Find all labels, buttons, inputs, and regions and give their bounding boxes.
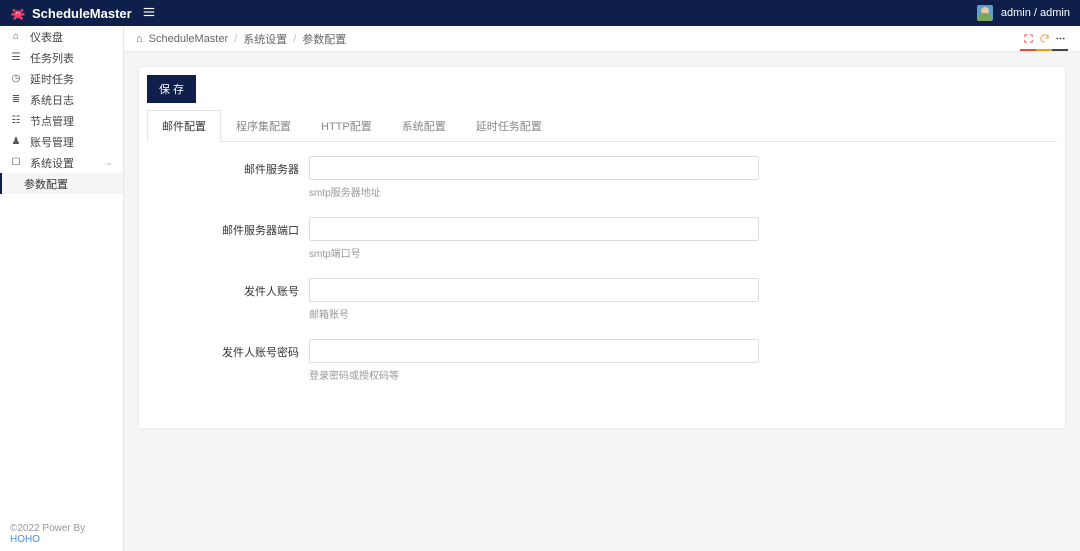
sidebar-item-label: 系统设置: [30, 155, 74, 171]
form-help: smtp服务器地址: [309, 184, 759, 199]
clock-icon: ◷: [10, 73, 22, 84]
user-icon: ♟: [10, 136, 22, 147]
main: ⌂ ScheduleMaster / 系统设置 / 参数配置: [124, 26, 1080, 551]
refresh-icon[interactable]: [1036, 31, 1052, 47]
breadcrumb: ScheduleMaster / 系统设置 / 参数配置: [149, 31, 347, 47]
sidebar-item-accounts[interactable]: ♟ 账号管理: [0, 131, 123, 152]
footer-prefix: ©2022 Power By: [10, 523, 85, 534]
form-row-sender-password: 发件人账号密码 登录密码或授权码等: [159, 339, 1045, 382]
breadcrumb-sep: /: [293, 33, 296, 45]
sidebar-item-settings[interactable]: ☐ 系统设置 ⌄: [0, 152, 123, 173]
sidebar-item-logs[interactable]: ≣ 系统日志: [0, 89, 123, 110]
menu-toggle-icon[interactable]: [142, 5, 156, 22]
home-icon: ⌂: [10, 31, 22, 42]
form-row-sender-account: 发件人账号 邮箱账号: [159, 278, 1045, 321]
form-help: smtp端口号: [309, 245, 759, 260]
brand: ScheduleMaster: [10, 5, 132, 21]
topbar-user-area[interactable]: admin / admin: [977, 5, 1070, 21]
sidebar-item-label: 仪表盘: [30, 29, 63, 45]
tab-http[interactable]: HTTP配置: [306, 110, 387, 142]
form-row-smtp-server: 邮件服务器 smtp服务器地址: [159, 156, 1045, 199]
log-icon: ≣: [10, 94, 22, 105]
sidebar-item-label: 延时任务: [30, 71, 74, 87]
breadcrumb-level2: 参数配置: [302, 31, 346, 47]
brand-logo-icon: [10, 5, 26, 21]
form-label: 邮件服务器: [159, 156, 309, 177]
tab-assembly[interactable]: 程序集配置: [221, 110, 306, 142]
breadcrumb-root[interactable]: ScheduleMaster: [149, 33, 229, 45]
sidebar-item-label: 账号管理: [30, 134, 74, 150]
tab-tools: [1020, 31, 1068, 47]
sidebar-subitem-params[interactable]: 参数配置: [0, 173, 123, 194]
more-icon[interactable]: [1052, 31, 1068, 47]
sidebar-item-delayed[interactable]: ◷ 延时任务: [0, 68, 123, 89]
sidebar-footer: ©2022 Power By HOHO: [0, 517, 123, 551]
content: 保 存 邮件配置 程序集配置 HTTP配置 系统配置 延时任务配置 邮件服务器 …: [124, 52, 1080, 551]
form-row-smtp-port: 邮件服务器端口 smtp端口号: [159, 217, 1045, 260]
tab-email[interactable]: 邮件配置: [147, 110, 221, 142]
config-tabs: 邮件配置 程序集配置 HTTP配置 系统配置 延时任务配置: [147, 109, 1057, 142]
breadcrumb-bar: ⌂ ScheduleMaster / 系统设置 / 参数配置: [124, 26, 1080, 52]
form-label: 发件人账号密码: [159, 339, 309, 360]
nodes-icon: ☷: [10, 115, 22, 126]
brand-name: ScheduleMaster: [32, 6, 132, 21]
email-config-form: 邮件服务器 smtp服务器地址 邮件服务器端口 smtp端口号: [139, 142, 1065, 428]
sender-password-input[interactable]: [309, 339, 759, 363]
save-button[interactable]: 保 存: [147, 75, 196, 103]
breadcrumb-level1[interactable]: 系统设置: [243, 31, 287, 47]
form-help: 登录密码或授权码等: [309, 367, 759, 382]
sidebar-item-dashboard[interactable]: ⌂ 仪表盘: [0, 26, 123, 47]
breadcrumb-sep: /: [234, 33, 237, 45]
sidebar: ⌂ 仪表盘 ☰ 任务列表 ◷ 延时任务 ≣ 系统日志 ☷ 节点管理 ♟ 账号管理…: [0, 26, 124, 551]
form-label: 邮件服务器端口: [159, 217, 309, 238]
topbar: ScheduleMaster admin / admin: [0, 0, 1080, 26]
sidebar-subitem-label: 参数配置: [24, 176, 68, 192]
settings-card: 保 存 邮件配置 程序集配置 HTTP配置 系统配置 延时任务配置 邮件服务器 …: [138, 66, 1066, 429]
chevron-down-icon: ⌄: [105, 157, 113, 168]
avatar: [977, 5, 993, 21]
form-label: 发件人账号: [159, 278, 309, 299]
smtp-server-input[interactable]: [309, 156, 759, 180]
sidebar-item-label: 任务列表: [30, 50, 74, 66]
footer-link[interactable]: HOHO: [10, 534, 40, 545]
sidebar-item-label: 节点管理: [30, 113, 74, 129]
sidebar-item-tasks[interactable]: ☰ 任务列表: [0, 47, 123, 68]
sidebar-item-label: 系统日志: [30, 92, 74, 108]
user-display: admin / admin: [1001, 7, 1070, 19]
smtp-port-input[interactable]: [309, 217, 759, 241]
breadcrumb-home-icon[interactable]: ⌂: [136, 33, 143, 45]
tab-delayed[interactable]: 延时任务配置: [461, 110, 557, 142]
list-icon: ☰: [10, 52, 22, 63]
tab-system[interactable]: 系统配置: [387, 110, 461, 142]
fullscreen-icon[interactable]: [1020, 31, 1036, 47]
sender-account-input[interactable]: [309, 278, 759, 302]
form-help: 邮箱账号: [309, 306, 759, 321]
cog-icon: ☐: [10, 157, 22, 168]
sidebar-item-nodes[interactable]: ☷ 节点管理: [0, 110, 123, 131]
